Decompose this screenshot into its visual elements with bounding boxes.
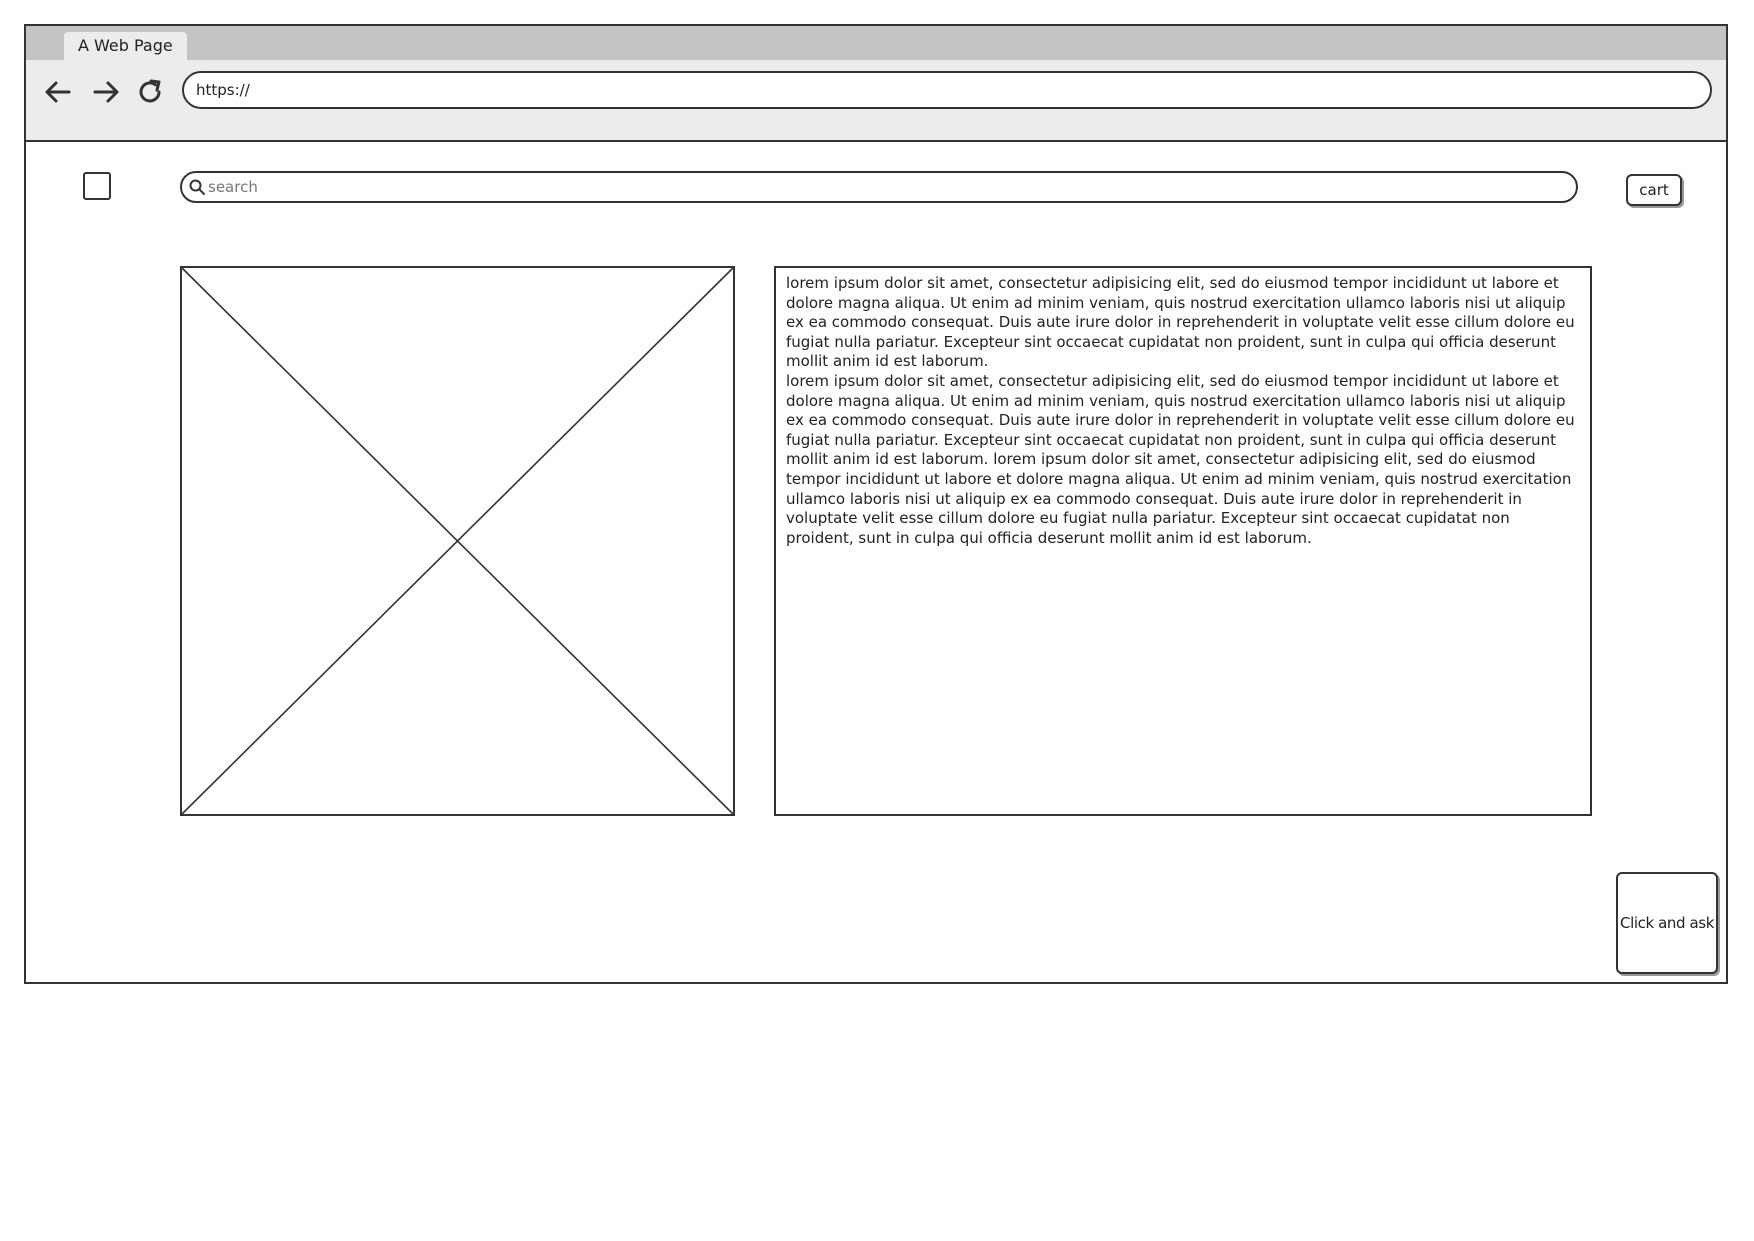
forward-button[interactable] (88, 74, 124, 110)
click-and-ask-button[interactable]: Click and ask (1616, 872, 1718, 974)
search-icon (189, 179, 205, 195)
browser-tab[interactable]: A Web Page (64, 32, 187, 60)
url-bar[interactable]: https:// (182, 71, 1712, 109)
reload-icon (139, 79, 161, 103)
description-paragraph: lorem ipsum dolor sit amet, consectetur … (786, 371, 1575, 547)
browser-toolbar: https:// (26, 60, 1726, 142)
arrow-right-icon (93, 81, 119, 103)
tab-strip: A Web Page (26, 26, 1726, 60)
search-input[interactable] (208, 173, 1508, 201)
checkbox[interactable] (83, 172, 111, 200)
image-placeholder-icon (180, 266, 735, 816)
browser-window: A Web Page https:// cart (24, 24, 1728, 984)
search-box[interactable] (180, 171, 1578, 203)
description-paragraph: lorem ipsum dolor sit amet, consectetur … (786, 274, 1575, 371)
reload-button[interactable] (132, 74, 168, 110)
arrow-left-icon (45, 81, 71, 103)
cart-button[interactable]: cart (1626, 174, 1682, 206)
description-text-panel: lorem ipsum dolor sit amet, consectetur … (774, 266, 1592, 816)
back-button[interactable] (40, 74, 76, 110)
